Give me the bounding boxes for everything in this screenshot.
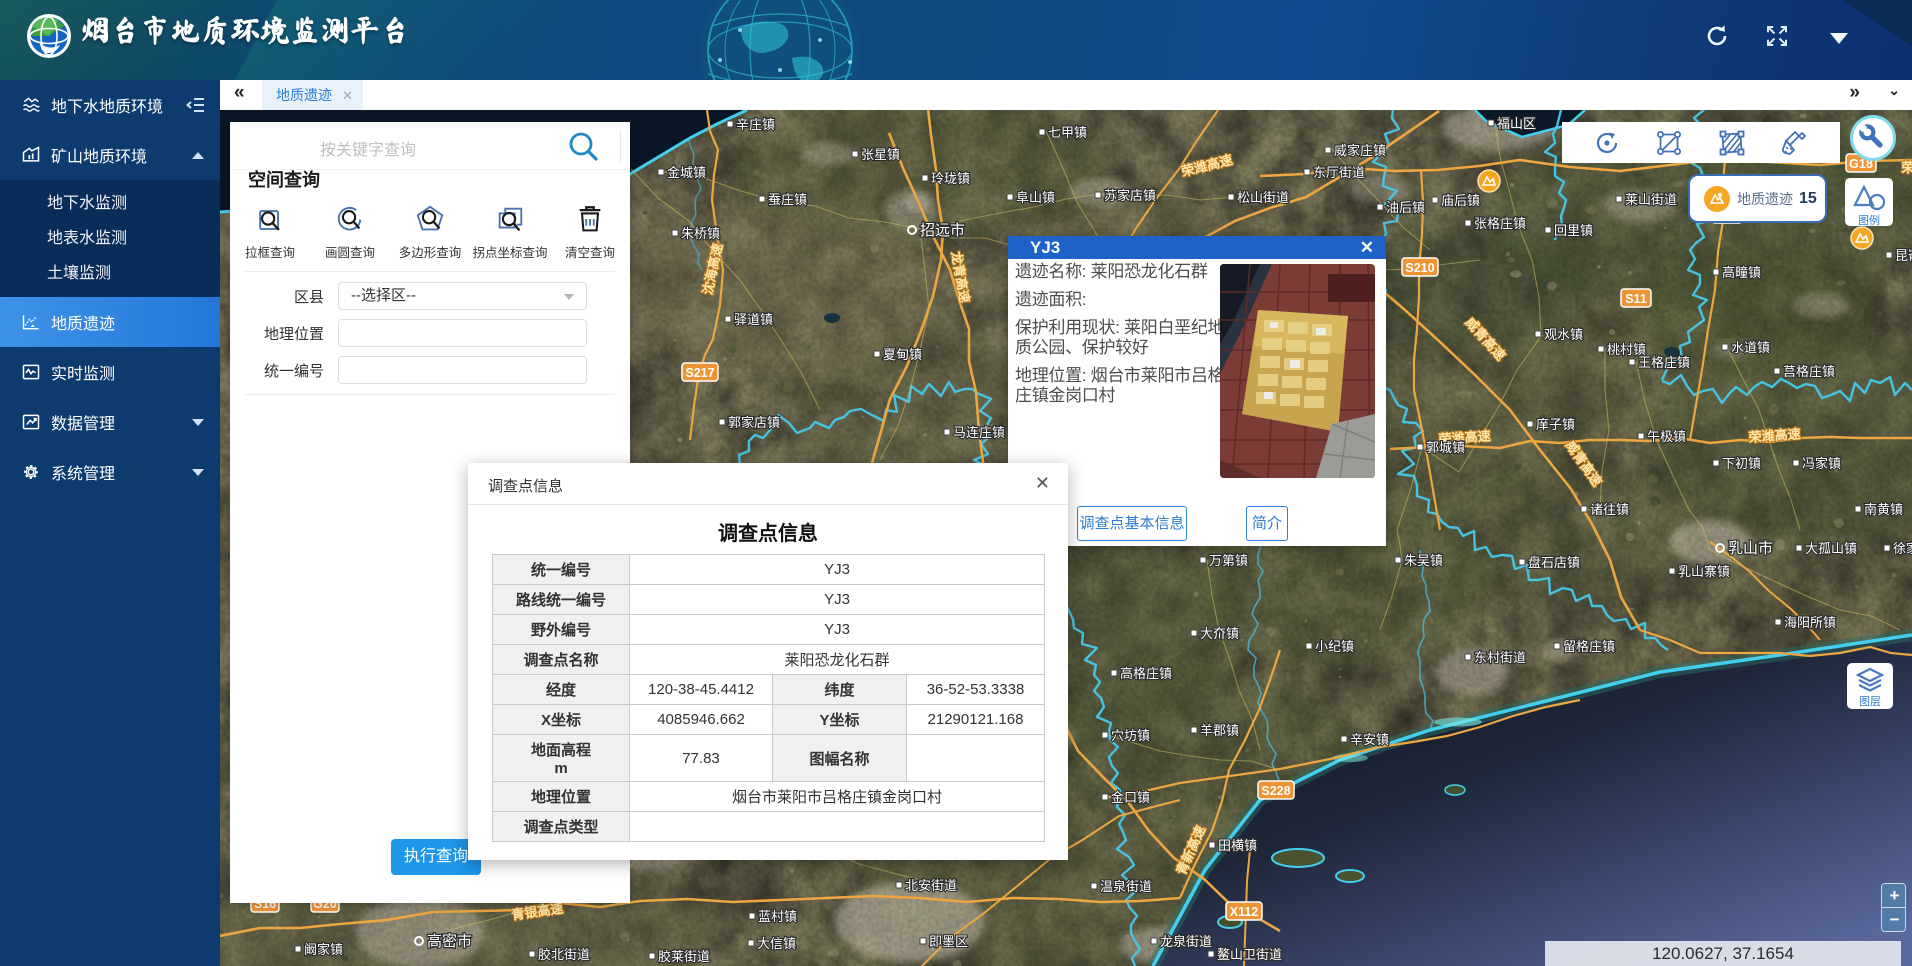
svg-text:朱吴镇: 朱吴镇	[1404, 553, 1443, 568]
svg-text:七甲镇: 七甲镇	[1048, 125, 1087, 140]
svg-text:诸往镇: 诸往镇	[1590, 502, 1629, 517]
svg-text:大孤山镇: 大孤山镇	[1805, 541, 1857, 556]
svg-text:温泉街道: 温泉街道	[1100, 879, 1152, 894]
svg-text:乳山寨镇: 乳山寨镇	[1678, 564, 1730, 579]
svg-text:胶莱街道: 胶莱街道	[658, 949, 710, 964]
svg-text:鳌山卫街道: 鳌山卫街道	[1217, 947, 1282, 962]
svg-text:北安街道: 北安街道	[905, 878, 957, 893]
svg-text:S217: S217	[685, 366, 714, 380]
svg-text:徐家镇: 徐家镇	[1893, 541, 1912, 556]
svg-text:阜山镇: 阜山镇	[1016, 190, 1055, 205]
svg-text:威家庄镇: 威家庄镇	[1334, 143, 1386, 158]
svg-text:回里镇: 回里镇	[1554, 223, 1593, 238]
svg-text:大夼镇: 大夼镇	[1200, 626, 1239, 641]
svg-text:午极镇: 午极镇	[1647, 429, 1686, 444]
svg-text:招远市: 招远市	[920, 222, 965, 239]
svg-text:苏家店镇: 苏家店镇	[1104, 188, 1156, 203]
svg-text:庙后镇: 庙后镇	[1441, 193, 1480, 208]
svg-text:辛庄镇: 辛庄镇	[736, 117, 775, 132]
svg-text:羊郡镇: 羊郡镇	[1200, 723, 1239, 738]
svg-text:高密市: 高密市	[427, 933, 472, 950]
svg-text:乳山市: 乳山市	[1728, 540, 1773, 557]
svg-text:莒格庄镇: 莒格庄镇	[1783, 364, 1835, 379]
svg-text:福山区: 福山区	[1497, 116, 1536, 131]
svg-text:小纪镇: 小纪镇	[1315, 639, 1354, 654]
svg-text:观水镇: 观水镇	[1544, 327, 1583, 342]
svg-text:东厅街道: 东厅街道	[1313, 165, 1365, 180]
svg-text:冯家镇: 冯家镇	[1802, 456, 1841, 471]
svg-text:下初镇: 下初镇	[1722, 456, 1761, 471]
svg-text:田横镇: 田横镇	[1218, 838, 1257, 853]
svg-text:蓝村镇: 蓝村镇	[758, 909, 797, 924]
svg-text:穴坊镇: 穴坊镇	[1111, 728, 1150, 743]
svg-text:胶北街道: 胶北街道	[538, 947, 590, 962]
svg-text:王格庄镇: 王格庄镇	[1638, 355, 1690, 370]
svg-text:昆嵛镇: 昆嵛镇	[1895, 248, 1912, 263]
svg-text:蚕庄镇: 蚕庄镇	[768, 192, 807, 207]
svg-text:即墨区: 即墨区	[929, 934, 968, 949]
svg-text:油后镇: 油后镇	[1386, 200, 1425, 215]
svg-text:马连庄镇: 马连庄镇	[953, 425, 1005, 440]
svg-text:东村街道: 东村街道	[1474, 650, 1526, 665]
svg-text:龙泉街道: 龙泉街道	[1160, 934, 1212, 949]
svg-text:水道镇: 水道镇	[1731, 340, 1770, 355]
svg-text:郭城镇: 郭城镇	[1426, 440, 1465, 455]
svg-text:庠子镇: 庠子镇	[1536, 417, 1575, 432]
svg-text:松山街道: 松山街道	[1237, 190, 1289, 205]
svg-text:张星镇: 张星镇	[861, 147, 900, 162]
svg-text:阚家镇: 阚家镇	[304, 942, 343, 957]
svg-text:大信镇: 大信镇	[757, 936, 796, 951]
svg-text:南黄镇: 南黄镇	[1864, 502, 1903, 517]
svg-text:高疃镇: 高疃镇	[1722, 265, 1761, 280]
svg-text:驿道镇: 驿道镇	[734, 312, 773, 327]
svg-text:S210: S210	[1405, 261, 1434, 275]
svg-text:万第镇: 万第镇	[1209, 553, 1248, 568]
svg-text:X112: X112	[1230, 905, 1259, 919]
svg-text:夏甸镇: 夏甸镇	[883, 347, 922, 362]
svg-text:金口镇: 金口镇	[1111, 790, 1150, 805]
svg-text:S11: S11	[1625, 292, 1647, 306]
svg-text:盘石店镇: 盘石店镇	[1528, 555, 1580, 570]
svg-text:高格庄镇: 高格庄镇	[1120, 666, 1172, 681]
svg-text:海阳所镇: 海阳所镇	[1784, 615, 1836, 630]
svg-text:辛安镇: 辛安镇	[1350, 732, 1389, 747]
svg-text:荣: 荣	[1900, 160, 1912, 175]
svg-text:郭家店镇: 郭家店镇	[728, 415, 780, 430]
svg-text:留格庄镇: 留格庄镇	[1563, 639, 1615, 654]
svg-text:莱山街道: 莱山街道	[1625, 192, 1677, 207]
svg-text:S228: S228	[1261, 784, 1290, 798]
svg-text:金城镇: 金城镇	[667, 165, 706, 180]
svg-text:玲珑镇: 玲珑镇	[931, 171, 970, 186]
svg-text:朱桥镇: 朱桥镇	[681, 226, 720, 241]
svg-text:张格庄镇: 张格庄镇	[1474, 216, 1526, 231]
